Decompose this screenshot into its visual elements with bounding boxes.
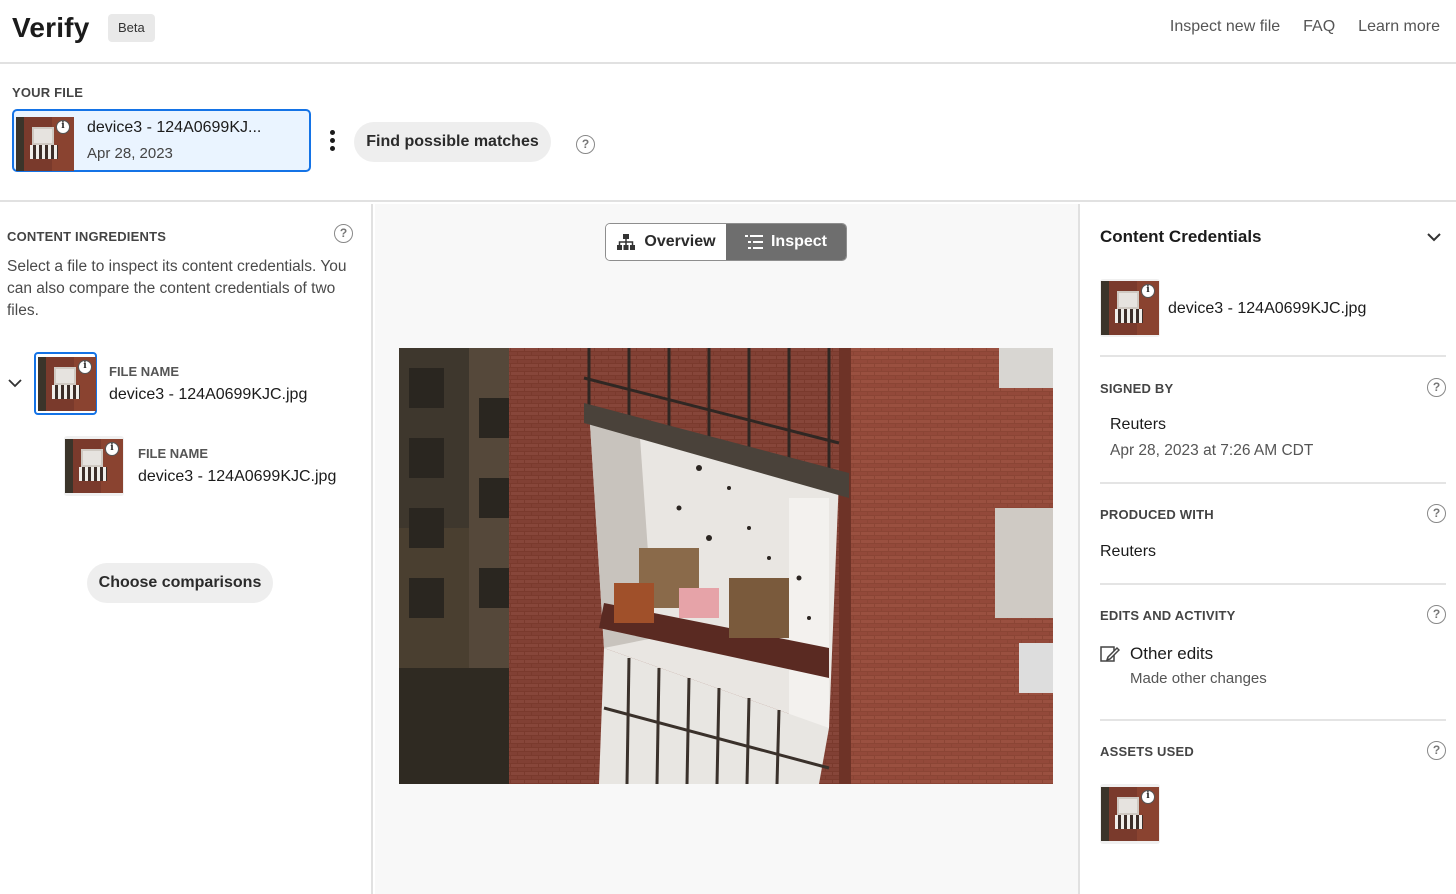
- credential-file-name: device3 - 124A0699KJC.jpg: [1168, 300, 1367, 317]
- credential-thumbnail: i: [1100, 279, 1160, 337]
- file-name-label: FILE NAME: [138, 446, 209, 461]
- hierarchy-icon: [617, 234, 636, 250]
- content-ingredients-panel: CONTENT INGREDIENTS ? Select a file to i…: [0, 204, 373, 894]
- inspect-tab[interactable]: Inspect: [726, 224, 846, 260]
- produced-with-value: Reuters: [1100, 543, 1157, 560]
- edit-detail: Made other changes: [1130, 670, 1267, 687]
- help-circle-icon[interactable]: ?: [576, 135, 595, 154]
- info-icon: i: [105, 442, 119, 456]
- info-icon: i: [1141, 284, 1155, 298]
- edits-activity-label: EDITS AND ACTIVITY: [1100, 608, 1236, 623]
- faq-link[interactable]: FAQ: [1303, 18, 1335, 36]
- divider: [1100, 355, 1446, 357]
- info-icon: i: [1141, 790, 1155, 804]
- ingredient-file-name[interactable]: device3 - 124A0699KJC.jpg: [138, 468, 336, 486]
- your-file-label: YOUR FILE: [12, 85, 84, 100]
- file-date: Apr 28, 2023: [87, 145, 173, 162]
- list-icon: [744, 235, 763, 249]
- top-nav: Inspect new file FAQ Learn more: [1170, 18, 1440, 36]
- signed-by-label: SIGNED BY: [1100, 381, 1174, 396]
- your-file-bar: YOUR FILE i device3 - 124A0699KJ... Apr …: [0, 66, 1456, 202]
- info-icon: i: [56, 120, 70, 134]
- info-icon: i: [78, 360, 92, 374]
- content-credentials-panel: Content Credentials i device3 - 124A0699…: [1078, 204, 1456, 894]
- beta-badge: Beta: [108, 14, 155, 42]
- produced-with-label: PRODUCED WITH: [1100, 507, 1214, 522]
- file-name: device3 - 124A0699KJ...: [87, 119, 262, 136]
- view-toggle: Overview Inspect: [605, 223, 847, 261]
- chevron-down-icon[interactable]: [1426, 231, 1442, 243]
- choose-comparisons-button[interactable]: Choose comparisons: [87, 563, 273, 603]
- content-credentials-title: Content Credentials: [1100, 227, 1262, 246]
- assets-used-label: ASSETS USED: [1100, 744, 1194, 759]
- ingredient-thumbnail[interactable]: i: [64, 436, 124, 496]
- ingredient-file-name[interactable]: device3 - 124A0699KJC.jpg: [109, 386, 307, 404]
- ingredient-thumbnail-selected[interactable]: i: [34, 352, 97, 415]
- help-circle-icon[interactable]: ?: [334, 224, 353, 243]
- preview-area: Overview Inspect: [375, 204, 1078, 894]
- help-circle-icon[interactable]: ?: [1427, 605, 1446, 624]
- find-possible-matches-button[interactable]: Find possible matches: [354, 122, 551, 162]
- inspect-label: Inspect: [770, 233, 827, 250]
- help-circle-icon[interactable]: ?: [1427, 504, 1446, 523]
- edit-title: Other edits: [1130, 644, 1214, 663]
- file-name-label: FILE NAME: [109, 364, 180, 379]
- app-logo[interactable]: Verify: [12, 12, 89, 44]
- inspect-new-file-link[interactable]: Inspect new file: [1170, 18, 1280, 36]
- divider: [1100, 719, 1446, 721]
- more-vertical-icon[interactable]: [327, 130, 337, 156]
- file-thumbnail: i: [16, 117, 74, 171]
- divider: [1100, 482, 1446, 484]
- content-ingredients-description: Select a file to inspect its content cre…: [7, 258, 347, 319]
- asset-thumbnail[interactable]: i: [1100, 784, 1160, 844]
- divider: [1100, 583, 1446, 585]
- inspected-image: [399, 348, 1053, 784]
- chevron-down-icon[interactable]: [8, 376, 22, 390]
- overview-label: Overview: [644, 233, 716, 250]
- content-ingredients-label: CONTENT INGREDIENTS: [7, 229, 167, 244]
- help-circle-icon[interactable]: ?: [1427, 378, 1446, 397]
- signed-date: Apr 28, 2023 at 7:26 AM CDT: [1110, 442, 1314, 459]
- selected-file-card[interactable]: i device3 - 124A0699KJ... Apr 28, 2023: [12, 109, 311, 172]
- help-circle-icon[interactable]: ?: [1427, 741, 1446, 760]
- signer-name: Reuters: [1110, 416, 1167, 433]
- edit-icon: [1100, 646, 1120, 662]
- overview-tab[interactable]: Overview: [606, 224, 726, 260]
- learn-more-link[interactable]: Learn more: [1358, 18, 1440, 36]
- app-header: Verify Beta Inspect new file FAQ Learn m…: [0, 0, 1456, 64]
